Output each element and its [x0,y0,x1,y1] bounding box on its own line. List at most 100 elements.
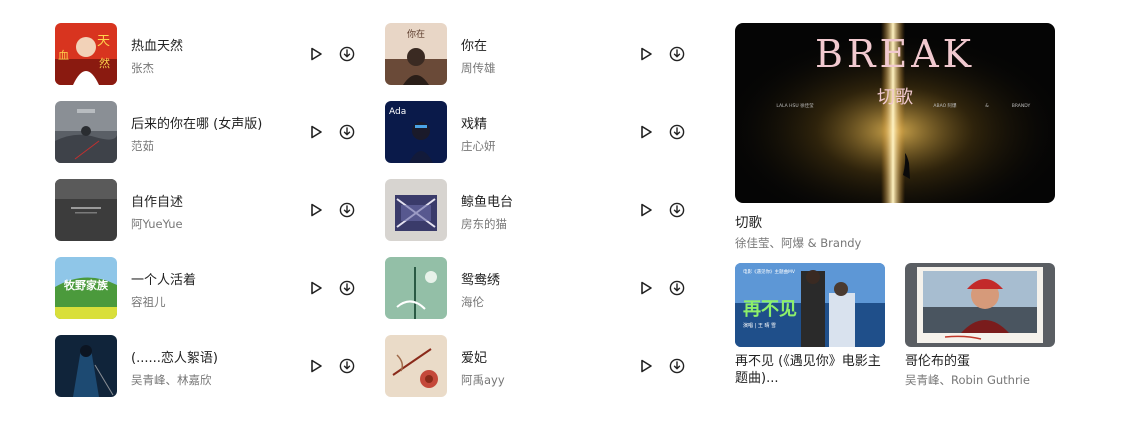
song-item[interactable]: 天然 血 热血天然 张杰 [55,23,360,85]
song-title[interactable]: 自作自述 [131,191,183,210]
play-button[interactable] [637,201,655,219]
cover-tag: 电影《遇见你》主题曲MV [743,268,796,275]
song-artist[interactable]: 容祖儿 [131,294,166,310]
download-button[interactable] [338,357,356,375]
song-title[interactable]: 一个人活着 [131,269,196,288]
cover-credit: 演唱 | 王 晴 雪 [743,322,776,329]
play-button[interactable] [307,123,325,141]
download-button[interactable] [338,123,356,141]
play-button[interactable] [307,357,325,375]
song-artist[interactable]: 周传雄 [461,60,496,76]
featured-mv-cover[interactable]: BREAK 切歌 LALA HSU 徐佳莹 ABAO 阿爆 & BRANDY [735,23,1055,203]
album-cover[interactable]: 牧野家族 [55,257,117,319]
play-icon [641,203,652,217]
download-icon [339,358,355,374]
play-icon [311,125,322,139]
play-button[interactable] [637,279,655,297]
play-icon [311,47,322,61]
cover-subtext: 切歌 [877,87,913,108]
song-artist[interactable]: 阿YueYue [131,216,183,232]
song-item[interactable]: 鲸鱼电台 房东的猫 [385,179,690,241]
album-cover[interactable]: Ada [385,101,447,163]
play-button[interactable] [637,123,655,141]
cover-text: BREAK [815,32,975,76]
album-cover[interactable] [55,179,117,241]
download-icon [669,358,685,374]
song-list-right: 你在 你在 周传雄 Ada 戏精 庄心妍 鲸鱼电台 房东的猫 鸳鸯绣 海伦 爱妃… [385,23,690,413]
album-cover[interactable] [385,335,447,397]
song-item[interactable]: 牧野家族 一个人活着 容祖儿 [55,257,360,319]
album-cover[interactable] [55,101,117,163]
download-button[interactable] [668,357,686,375]
song-title[interactable]: 你在 [461,35,487,54]
mv-cover[interactable] [905,263,1055,347]
download-icon [669,46,685,62]
song-artist[interactable]: 海伦 [461,294,484,310]
play-button[interactable] [637,357,655,375]
song-item[interactable]: 后来的你在哪 (女声版) 范茹 [55,101,360,163]
mv-artist[interactable]: 吴青峰、Robin Guthrie [905,372,1055,388]
song-item[interactable]: 你在 你在 周传雄 [385,23,690,85]
song-title[interactable]: 鸳鸯绣 [461,269,500,288]
song-title[interactable]: 戏精 [461,113,487,132]
download-button[interactable] [338,279,356,297]
svg-text:然: 然 [99,56,110,70]
mv-cover[interactable]: 电影《遇见你》主题曲MV 再不见 演唱 | 王 晴 雪 [735,263,885,347]
song-artist[interactable]: 范茹 [131,138,154,154]
play-icon [641,47,652,61]
song-artist[interactable]: 张杰 [131,60,154,76]
cover-credit: LALA HSU 徐佳莹 [776,102,814,109]
play-icon [311,281,322,295]
download-icon [669,124,685,140]
mv-title[interactable]: 哥伦布的蛋 [905,353,1055,370]
download-button[interactable] [338,201,356,219]
cover-credit: BRANDY [1012,103,1031,109]
mv-title[interactable]: 再不见 (《遇见你》电影主题曲)... [735,353,885,387]
song-item[interactable]: 自作自述 阿YueYue [55,179,360,241]
download-icon [669,280,685,296]
play-button[interactable] [307,279,325,297]
featured-mv-artist[interactable]: 徐佳莹、阿爆 & Brandy [735,235,1055,251]
featured-mv-title[interactable]: 切歌 [735,211,1055,231]
song-title[interactable]: 热血天然 [131,35,183,54]
cover-text: 再不见 [743,299,797,320]
download-button[interactable] [668,45,686,63]
album-cover[interactable]: 你在 [385,23,447,85]
play-button[interactable] [637,45,655,63]
song-title[interactable]: 后来的你在哪 (女声版) [131,113,262,132]
play-icon [641,281,652,295]
song-title[interactable]: (......恋人絮语) [131,347,218,366]
play-button[interactable] [307,45,325,63]
song-artist[interactable]: 吴青峰、林嘉欣 [131,372,212,388]
play-button[interactable] [307,201,325,219]
download-button[interactable] [668,123,686,141]
mv-card[interactable]: 电影《遇见你》主题曲MV 再不见 演唱 | 王 晴 雪 再不见 (《遇见你》电影… [735,263,885,387]
song-item[interactable]: Ada 戏精 庄心妍 [385,101,690,163]
song-item[interactable]: (......恋人絮语) 吴青峰、林嘉欣 [55,335,360,397]
cover-credit: & [985,103,989,109]
featured-mv-card[interactable]: BREAK 切歌 LALA HSU 徐佳莹 ABAO 阿爆 & BRANDY 切… [735,23,1055,251]
album-cover[interactable]: 天然 血 [55,23,117,85]
song-artist[interactable]: 庄心妍 [461,138,496,154]
song-list-left: 天然 血 热血天然 张杰 后来的你在哪 (女声版) 范茹 自作自述 阿YueYue… [55,23,360,413]
play-icon [641,359,652,373]
download-icon [339,124,355,140]
download-icon [339,46,355,62]
song-artist[interactable]: 阿禹ayy [461,372,505,388]
song-item[interactable]: 爱妃 阿禹ayy [385,335,690,397]
mv-card[interactable]: 哥伦布的蛋 吴青峰、Robin Guthrie [905,263,1055,388]
album-cover[interactable] [55,335,117,397]
song-item[interactable]: 鸳鸯绣 海伦 [385,257,690,319]
album-cover[interactable] [385,179,447,241]
album-cover[interactable] [385,257,447,319]
song-artist[interactable]: 房东的猫 [461,216,507,232]
download-button[interactable] [668,279,686,297]
cover-text: 你在 [407,28,425,40]
svg-text:天: 天 [97,34,110,49]
download-button[interactable] [668,201,686,219]
download-icon [339,202,355,218]
song-title[interactable]: 鲸鱼电台 [461,191,513,210]
download-button[interactable] [338,45,356,63]
song-title[interactable]: 爱妃 [461,347,487,366]
play-icon [641,125,652,139]
